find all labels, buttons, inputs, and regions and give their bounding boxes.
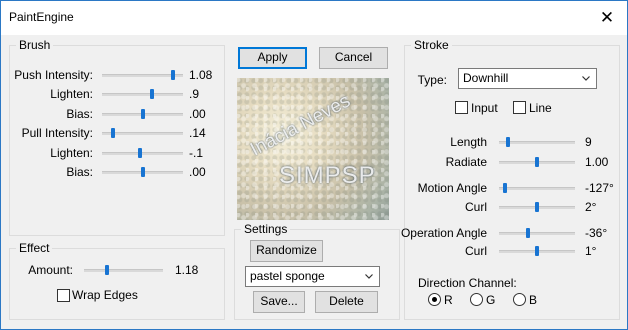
watermark-line2: SIMPSP xyxy=(279,162,376,189)
bias-slider[interactable] xyxy=(102,167,183,177)
motion-angle-label: Motion Angle xyxy=(417,181,487,195)
chevron-down-icon xyxy=(365,274,373,279)
stroke-type-dropdown[interactable]: Downhill xyxy=(458,68,597,89)
effect-group-title: Effect xyxy=(16,241,53,255)
channel-g-label: G xyxy=(486,293,496,307)
radiate-slider[interactable] xyxy=(499,157,575,167)
curl-slider[interactable] xyxy=(499,202,575,212)
channel-g-radio[interactable] xyxy=(470,293,483,306)
lighten-value: -.1 xyxy=(189,146,204,160)
settings-group-title: Settings xyxy=(241,222,291,236)
bias-slider[interactable] xyxy=(102,109,183,119)
pull-intensity-label: Pull Intensity: xyxy=(21,126,93,140)
window-title: PaintEngine xyxy=(9,10,74,24)
effect-group: Effect xyxy=(9,241,225,320)
stroke-group-title: Stroke xyxy=(411,38,452,52)
stroke-type-selected: Downhill xyxy=(463,71,509,85)
preset-selected: pastel sponge xyxy=(250,269,325,283)
close-icon[interactable]: ✕ xyxy=(593,5,621,31)
wrap-edges-label: Wrap Edges xyxy=(72,288,138,302)
lighten-slider[interactable] xyxy=(102,148,183,158)
lighten-label: Lighten: xyxy=(50,146,93,160)
push-intensity-slider[interactable] xyxy=(102,70,183,80)
slider-thumb[interactable] xyxy=(105,265,109,275)
apply-button[interactable]: Apply xyxy=(238,47,307,69)
length-value: 9 xyxy=(585,135,592,149)
wrap-edges-checkbox[interactable] xyxy=(57,289,70,302)
slider-thumb[interactable] xyxy=(535,157,539,167)
brush-group-title: Brush xyxy=(16,38,54,52)
curl-value: 2° xyxy=(585,200,597,214)
bias-value: .00 xyxy=(189,107,206,121)
chevron-down-icon xyxy=(582,76,590,81)
slider-thumb[interactable] xyxy=(150,89,154,99)
pull-intensity-slider[interactable] xyxy=(102,128,183,138)
pull-intensity-value: .14 xyxy=(189,126,206,140)
operation-angle-slider[interactable] xyxy=(499,228,575,238)
slider-thumb[interactable] xyxy=(111,128,115,138)
line-checkbox-label: Line xyxy=(529,101,552,115)
length-slider[interactable] xyxy=(499,137,575,147)
lighten-value: .9 xyxy=(189,87,200,101)
channel-b-label: B xyxy=(529,293,538,307)
amount-slider[interactable] xyxy=(84,265,163,275)
direction-channel-label: Direction Channel: xyxy=(418,276,517,290)
slider-thumb[interactable] xyxy=(171,70,175,80)
delete-button[interactable]: Delete xyxy=(315,291,378,313)
bias-label: Bias: xyxy=(66,165,93,179)
motion-angle-value: -127° xyxy=(585,181,614,195)
slider-thumb[interactable] xyxy=(535,246,539,256)
cancel-button[interactable]: Cancel xyxy=(319,47,388,69)
paintengine-dialog: PaintEngine ✕ Brush Push Intensity: 1.08… xyxy=(0,0,628,330)
curl-value: 1° xyxy=(585,244,597,258)
curl-label: Curl xyxy=(464,200,487,214)
length-label: Length xyxy=(450,135,487,149)
save-button[interactable]: Save... xyxy=(253,291,305,313)
stroke-type-label: Type: xyxy=(417,73,447,87)
curl-label: Curl xyxy=(464,244,487,258)
channel-b-radio[interactable] xyxy=(513,293,526,306)
input-checkbox-label: Input xyxy=(471,101,498,115)
lighten-label: Lighten: xyxy=(50,87,93,101)
slider-thumb[interactable] xyxy=(138,148,142,158)
channel-r-label: R xyxy=(444,293,453,307)
amount-label: Amount: xyxy=(28,263,73,277)
operation-angle-label: Operation Angle xyxy=(400,226,487,240)
channel-r-radio[interactable] xyxy=(428,293,441,306)
input-checkbox[interactable] xyxy=(455,101,468,114)
bias-label: Bias: xyxy=(66,107,93,121)
curl-slider[interactable] xyxy=(499,246,575,256)
amount-value: 1.18 xyxy=(175,263,199,277)
operation-angle-value: -36° xyxy=(585,226,608,240)
preset-dropdown[interactable]: pastel sponge xyxy=(245,266,380,287)
push-intensity-label: Push Intensity: xyxy=(14,68,93,82)
motion-angle-slider[interactable] xyxy=(499,183,575,193)
slider-thumb[interactable] xyxy=(506,137,510,147)
radiate-value: 1.00 xyxy=(585,155,609,169)
push-intensity-value: 1.08 xyxy=(189,68,213,82)
title-bar: PaintEngine ✕ xyxy=(1,1,627,35)
bias-value: .00 xyxy=(189,165,206,179)
slider-thumb[interactable] xyxy=(526,228,530,238)
slider-thumb[interactable] xyxy=(535,202,539,212)
preview-image: Inácia Neves SIMPSP xyxy=(237,78,389,220)
lighten-slider[interactable] xyxy=(102,89,183,99)
radiate-label: Radiate xyxy=(445,155,487,169)
slider-thumb[interactable] xyxy=(141,167,145,177)
slider-thumb[interactable] xyxy=(503,183,507,193)
slider-thumb[interactable] xyxy=(141,109,145,119)
line-checkbox[interactable] xyxy=(513,101,526,114)
randomize-button[interactable]: Randomize xyxy=(250,240,323,262)
